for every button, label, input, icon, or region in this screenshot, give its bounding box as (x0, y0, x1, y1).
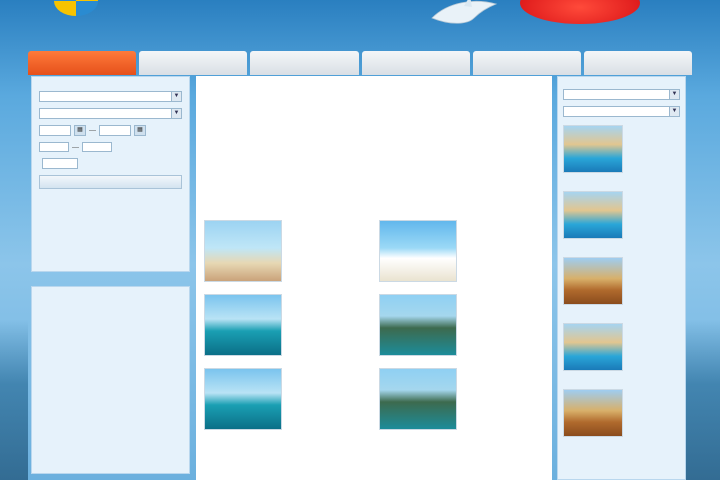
nav-tab-1[interactable] (28, 51, 137, 75)
nav-tab-4[interactable] (361, 51, 470, 75)
tour-card[interactable] (204, 368, 369, 430)
field2-select[interactable]: ▼ (39, 108, 182, 119)
chevron-down-icon: ▼ (171, 92, 181, 101)
coral-decoration-left (0, 320, 28, 480)
chevron-down-icon: ▼ (171, 109, 181, 118)
hot-tour-photo[interactable] (563, 191, 623, 239)
tours-grid (204, 220, 544, 430)
calendar-icon[interactable]: ▦ (74, 125, 86, 136)
calendar-icon[interactable]: ▦ (134, 125, 146, 136)
intro-text (204, 108, 544, 208)
nav-tab-3[interactable] (250, 51, 359, 75)
hot-tour-item[interactable] (563, 125, 680, 183)
tour-photo[interactable] (204, 294, 282, 356)
left-sidebar: ▼ ▼ ▦ — ▦ — (31, 76, 190, 480)
tour-card[interactable] (379, 220, 544, 282)
field1-select[interactable]: ▼ (39, 91, 182, 102)
tour-card[interactable] (204, 220, 369, 282)
date-to-input[interactable] (99, 125, 131, 136)
tour-search-panel: ▼ ▼ ▦ — ▦ — (31, 76, 190, 272)
promo-badge[interactable] (520, 0, 640, 24)
chevron-down-icon: ▼ (669, 90, 679, 99)
logo-icon[interactable] (54, 0, 98, 16)
tour-card[interactable] (204, 294, 369, 356)
persons-input[interactable] (42, 158, 78, 169)
hot-tour-photo[interactable] (563, 125, 623, 173)
nav-tab-5[interactable] (472, 51, 581, 75)
tour-photo[interactable] (379, 368, 457, 430)
news-panel (31, 286, 190, 474)
tour-photo[interactable] (379, 220, 457, 282)
hot-tour-photo[interactable] (563, 257, 623, 305)
search-button[interactable] (39, 175, 182, 189)
coral-decoration-right (686, 320, 720, 480)
date-from-input[interactable] (39, 125, 71, 136)
dates-separator: — (89, 127, 96, 134)
duration-to-select[interactable] (82, 142, 112, 152)
main-content (196, 76, 552, 480)
right-sidebar: ▼ ▼ (557, 76, 686, 480)
tour-card[interactable] (379, 368, 544, 430)
hot-tour-photo[interactable] (563, 323, 623, 371)
hot-tours-list (563, 125, 680, 447)
dolphin-icon (431, 0, 498, 24)
chevron-down-icon: ▼ (669, 107, 679, 116)
tour-photo[interactable] (204, 220, 282, 282)
duration-separator: — (72, 143, 79, 151)
tour-photo[interactable] (379, 294, 457, 356)
tour-card[interactable] (379, 294, 544, 356)
duration-from-select[interactable] (39, 142, 69, 152)
site-header (0, 0, 720, 50)
hot-tour-item[interactable] (563, 257, 680, 315)
hot-tour-item[interactable] (563, 191, 680, 249)
main-nav (28, 51, 693, 75)
hot-tour-item[interactable] (563, 389, 680, 447)
nav-tab-6[interactable] (583, 51, 693, 75)
hot-tour-item[interactable] (563, 323, 680, 381)
tour-photo[interactable] (204, 368, 282, 430)
hot-field2-select[interactable]: ▼ (563, 106, 680, 117)
hot-field1-select[interactable]: ▼ (563, 89, 680, 100)
hot-tour-photo[interactable] (563, 389, 623, 437)
nav-tab-2[interactable] (139, 51, 248, 75)
